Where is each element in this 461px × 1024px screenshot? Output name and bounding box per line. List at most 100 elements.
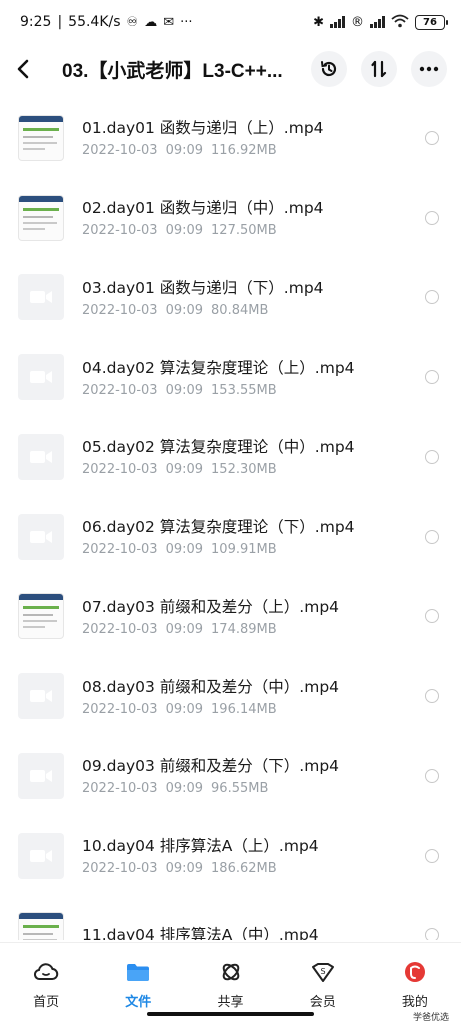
battery-icon: 76 [415, 14, 448, 30]
nav-label: 共享 [217, 995, 244, 1010]
file-date: 2022-10-03 [82, 701, 158, 717]
file-info: 06.day02 算法复杂度理论（下）.mp4 2022-10-03 09:09 10… [82, 516, 419, 557]
file-size: 109.91MB [211, 542, 277, 558]
select-radio[interactable] [425, 130, 439, 145]
file-size: 116.92MB [211, 143, 277, 159]
file-row[interactable]: 09.day03 前缀和及差分（下）.mp4 2022-10-03 09:09 96.… [0, 736, 461, 816]
file-name: 08.day03 前缀和及差分（中）.mp4 [82, 677, 340, 696]
file-meta: 2022-10-03 09:09 186.62MB [82, 861, 419, 876]
file-info: 05.day02 算法复杂度理论（中）.mp4 2022-10-03 09:09 15… [82, 436, 419, 477]
file-list: 01.day01 函数与递归（上）.mp4 2022-10-03 09:09 116.… [0, 98, 461, 940]
video-file-icon [18, 354, 64, 401]
select-radio[interactable] [425, 689, 439, 704]
file-meta: 2022-10-03 09:09 174.89MB [82, 622, 419, 637]
sort-icon [371, 60, 387, 78]
file-row[interactable]: 05.day02 算法复杂度理论（中）.mp4 2022-10-03 09:09 15… [0, 417, 461, 497]
sort-button[interactable] [361, 51, 397, 87]
more-dots-icon [419, 66, 439, 72]
video-thumbnail [18, 912, 64, 940]
file-time: 09:09 [165, 382, 204, 398]
file-time: 09:09 [165, 861, 204, 877]
home-indicator [147, 1012, 314, 1016]
file-meta: 2022-10-03 09:09 116.92MB [82, 143, 419, 158]
file-info: 02.day01 函数与递归（中）.mp4 2022-10-03 09:09 127.… [82, 197, 419, 238]
select-radio[interactable] [425, 449, 439, 464]
wifi-icon [391, 14, 409, 31]
back-arrow-icon [17, 59, 29, 79]
file-info: 03.day01 函数与递归（下）.mp4 2022-10-03 09:09 80.8… [82, 277, 419, 318]
file-name: 02.day01 函数与递归（中）.mp4 [82, 199, 324, 218]
select-radio[interactable] [425, 529, 439, 544]
history-icon [321, 61, 337, 77]
more-button[interactable] [411, 51, 447, 87]
select-radio[interactable] [425, 928, 439, 940]
cloud-status-icon: ☁ [144, 14, 158, 30]
file-date: 2022-10-03 [82, 223, 158, 239]
file-time: 09:09 [165, 223, 204, 239]
file-info: 10.day04 排序算法A（上）.mp4 2022-10-03 09:09 186.… [82, 835, 419, 876]
select-radio[interactable] [425, 210, 439, 225]
file-time: 09:09 [165, 542, 204, 558]
video-thumbnail [18, 593, 64, 640]
file-size: 127.50MB [211, 223, 277, 239]
file-date: 2022-10-03 [82, 382, 158, 398]
file-row[interactable]: 06.day02 算法复杂度理论（下）.mp4 2022-10-03 09:09 10… [0, 497, 461, 577]
signal-2-icon [370, 16, 385, 28]
select-radio[interactable] [425, 609, 439, 624]
clock: 9:25 [20, 14, 52, 30]
registered-icon: ® [351, 14, 364, 30]
cloud-icon [33, 959, 59, 985]
file-time: 09:09 [165, 781, 204, 797]
file-meta: 2022-10-03 09:09 96.55MB [82, 781, 419, 796]
select-radio[interactable] [425, 290, 439, 305]
history-button[interactable] [311, 51, 347, 87]
file-time: 09:09 [165, 462, 204, 478]
select-radio[interactable] [425, 768, 439, 783]
video-thumbnail [18, 114, 64, 161]
file-size: 153.55MB [211, 382, 277, 398]
file-time: 09:09 [165, 143, 204, 159]
wechat-icon: ✉ [163, 14, 175, 30]
select-radio[interactable] [425, 848, 439, 863]
watermark-small: 学爸优选 [412, 1013, 449, 1023]
file-row[interactable]: 10.day04 排序算法A（上）.mp4 2022-10-03 09:09 186.… [0, 816, 461, 896]
nav-label: 我的 [401, 995, 428, 1010]
video-file-icon [18, 274, 64, 321]
file-info: 01.day01 函数与递归（上）.mp4 2022-10-03 09:09 116.… [82, 117, 419, 158]
file-size: 186.62MB [211, 861, 277, 877]
file-meta: 2022-10-03 09:09 80.84MB [82, 303, 419, 318]
file-row[interactable]: 08.day03 前缀和及差分（中）.mp4 2022-10-03 09:09 196… [0, 656, 461, 736]
file-info: 07.day03 前缀和及差分（上）.mp4 2022-10-03 09:09 174… [82, 596, 419, 637]
bluetooth-icon: ✱ [313, 14, 324, 30]
back-button[interactable] [16, 53, 44, 85]
nav-label: 会员 [309, 995, 336, 1010]
file-row[interactable]: 01.day01 函数与递归（上）.mp4 2022-10-03 09:09 116.… [0, 98, 461, 178]
file-row[interactable]: 03.day01 函数与递归（下）.mp4 2022-10-03 09:09 80.8… [0, 258, 461, 338]
status-bar: 9:25 | 55.4K/s ♾ ☁ ✉ ··· ✱ ® 76 [0, 0, 461, 44]
file-meta: 2022-10-03 09:09 152.30MB [82, 462, 419, 477]
file-name: 01.day01 函数与递归（上）.mp4 [82, 119, 324, 138]
file-date: 2022-10-03 [82, 462, 158, 478]
file-name: 10.day04 排序算法A（上）.mp4 [82, 837, 319, 856]
sync-icon: ♾ [126, 14, 139, 30]
video-file-icon [18, 513, 64, 560]
file-info: 04.day02 算法复杂度理论（上）.mp4 2022-10-03 09:09 15… [82, 357, 419, 398]
file-size: 96.55MB [211, 781, 269, 797]
file-info: 08.day03 前缀和及差分（中）.mp4 2022-10-03 09:09 196… [82, 676, 419, 717]
file-row[interactable]: 07.day03 前缀和及差分（上）.mp4 2022-10-03 09:09 174… [0, 577, 461, 657]
more-notifications-icon: ··· [180, 14, 193, 30]
file-name: 07.day03 前缀和及差分（上）.mp4 [82, 597, 340, 616]
file-info: 11.day04 排序算法A（中）.mp4 [82, 924, 419, 940]
video-file-icon [18, 433, 64, 480]
file-name: 03.day01 函数与递归（下）.mp4 [82, 278, 324, 297]
page-title: 03.【小武老师】L3-C++... [62, 60, 283, 82]
file-date: 2022-10-03 [82, 143, 158, 159]
signal-icon [330, 16, 345, 28]
video-file-icon [18, 752, 64, 799]
file-row[interactable]: 11.day04 排序算法A（中）.mp4 [0, 896, 461, 940]
file-row[interactable]: 02.day01 函数与递归（中）.mp4 2022-10-03 09:09 127.… [0, 178, 461, 258]
file-size: 196.14MB [211, 701, 277, 717]
nav-item-0[interactable]: 首页 [0, 943, 92, 1024]
file-row[interactable]: 04.day02 算法复杂度理论（上）.mp4 2022-10-03 09:09 15… [0, 337, 461, 417]
select-radio[interactable] [425, 370, 439, 385]
